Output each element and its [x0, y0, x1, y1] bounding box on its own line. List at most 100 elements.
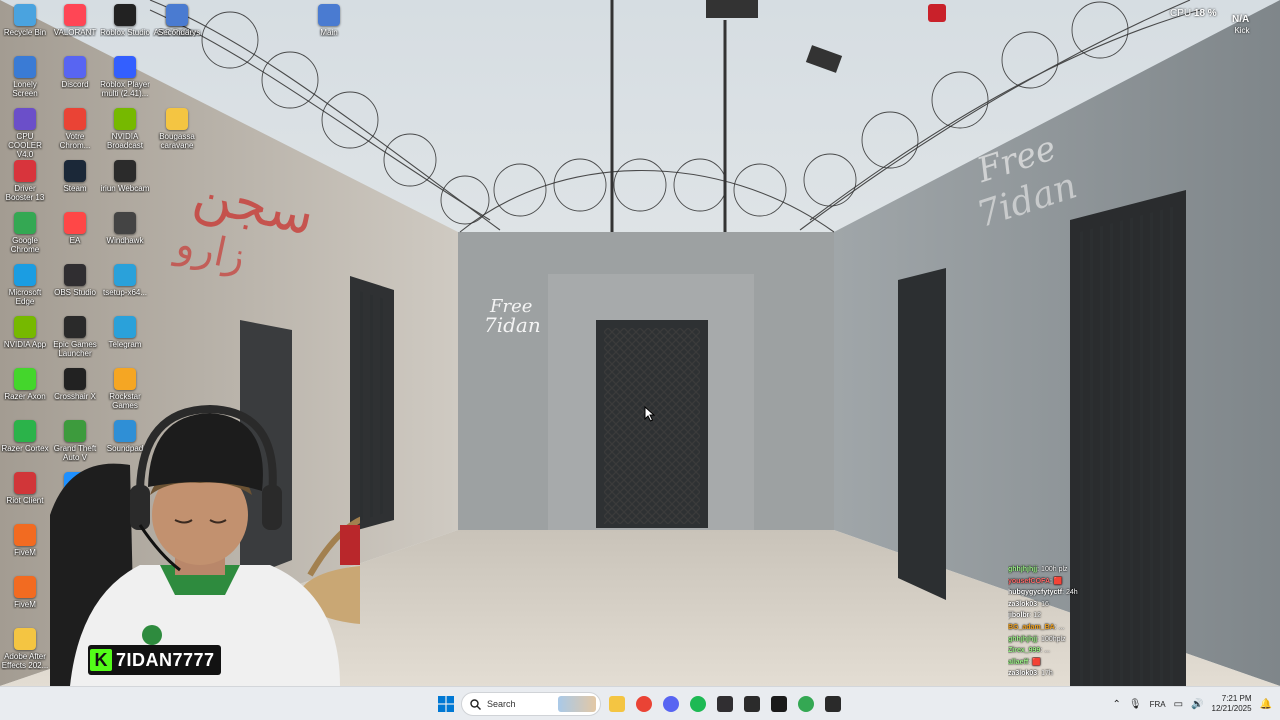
main-icon — [318, 4, 340, 26]
desktop-icon[interactable]: Votre Chrom... — [50, 104, 100, 150]
desktop-icon-label: CPU COOLER V4.0 — [8, 132, 42, 159]
taskbar: Search ⌃ 🎙 FRA ▭ 🔊 7:21 PM 12/21/2025 🔔 — [0, 686, 1280, 720]
cpu-label: CPU — [1170, 8, 1192, 19]
riot-client-icon — [14, 472, 36, 494]
desktop-icon[interactable]: Google Chrome — [0, 208, 50, 254]
search-placeholder: Search — [487, 699, 516, 709]
desktop-icon[interactable]: NVIDIA App — [0, 312, 50, 349]
chat-text: : 12 — [1029, 612, 1042, 620]
desktop-icon-label: Roblox Studio — [100, 28, 150, 37]
chat-username: jibolbr — [1008, 612, 1030, 620]
kick-logo-icon: K — [90, 649, 112, 671]
desktop-icon[interactable]: Main — [304, 0, 354, 37]
network-icon[interactable]: ▭ — [1174, 699, 1183, 710]
chat-message: za3lok03: 17h — [1008, 668, 1128, 680]
chat-username: ghhjhjhjj — [1008, 566, 1038, 573]
razer-cortex-icon — [14, 420, 36, 442]
fivem-icon — [14, 576, 36, 598]
desktop-icon[interactable]: Recycle Bin — [0, 0, 50, 37]
desktop-icon-label: NVIDIA Broadcast — [106, 132, 144, 150]
desktop-icon[interactable]: VALORANT — [50, 0, 100, 37]
chat-username: za3lok03 — [1008, 600, 1038, 608]
taskbar-app-button[interactable] — [767, 690, 790, 718]
desktop-icon[interactable]: Roblox Studio — [100, 0, 150, 37]
taskbar-app-button[interactable] — [605, 690, 628, 718]
chat-username: ghhjhjhjj — [1008, 635, 1038, 643]
chat-text: : 100hplz — [1037, 635, 1066, 643]
chat-username: BG_adam_BA — [1008, 623, 1055, 631]
desktop-icon[interactable]: Microsoft Edge — [0, 260, 50, 306]
taskbar-clock[interactable]: 7:21 PM 12/21/2025 — [1212, 694, 1252, 714]
chat-username: allaeff — [1008, 658, 1029, 666]
desktop-icon-label: VALORANT — [53, 28, 97, 37]
epic-games-icon — [64, 316, 86, 338]
discord-icon — [64, 56, 86, 78]
start-button[interactable] — [434, 690, 457, 718]
desktop-icon[interactable]: Secondary — [152, 0, 202, 37]
desktop-icon-label: Epic Games Launcher — [53, 340, 97, 358]
windhawk-icon — [114, 212, 136, 234]
desktop-icon[interactable]: EA — [50, 208, 100, 245]
chat-message: allaeff: 🟥 — [1008, 657, 1128, 669]
chat-text: : 24h — [1062, 589, 1078, 597]
desktop-icon[interactable]: Roblox Player multi (2.41)... — [100, 52, 150, 98]
telegram-setup-icon — [114, 264, 136, 286]
epic-games-icon — [824, 696, 841, 712]
desktop-icon-mini-app[interactable] — [924, 4, 950, 22]
recycle-bin-icon — [14, 4, 36, 26]
iriun-webcam-icon — [114, 160, 136, 182]
notification-bell-icon[interactable]: 🔔 — [1260, 699, 1272, 710]
chrome-icon — [797, 696, 814, 712]
taskbar-app-button[interactable] — [659, 690, 682, 718]
chrome-icon — [14, 212, 36, 234]
taskbar-center: Search — [434, 687, 844, 720]
chat-text: : ... — [1040, 647, 1051, 655]
desktop-icon[interactable]: Bougassa caravane — [152, 104, 202, 150]
desktop-icon[interactable]: iriun Webcam — [100, 156, 150, 193]
razer-axon-icon — [14, 368, 36, 390]
volume-icon[interactable]: 🔊 — [1191, 699, 1203, 710]
rockstar-icon — [114, 368, 136, 390]
desktop-icon[interactable]: Epic Games Launcher — [50, 312, 100, 358]
taskbar-app-button[interactable] — [713, 690, 736, 718]
taskbar-app-button[interactable] — [632, 690, 655, 718]
desktop-icon-label: Driver Booster 13 — [5, 184, 45, 202]
taskbar-app-button[interactable] — [740, 690, 763, 718]
desktop-icon[interactable]: NVIDIA Broadcast — [100, 104, 150, 150]
taskbar-search-box[interactable]: Search — [461, 692, 601, 716]
desktop-icon[interactable]: OBS Studio — [50, 260, 100, 297]
desktop-icon-kick[interactable]: Kick — [1226, 26, 1258, 35]
microphone-icon[interactable]: 🎙 — [1129, 699, 1142, 710]
desktop-icon[interactable]: Windhawk — [100, 208, 150, 245]
chat-username: Zirex_999 — [1008, 647, 1041, 655]
kick-label: Kick — [1234, 26, 1250, 35]
desktop-icon-label: Discord — [61, 80, 89, 89]
desktop-icon-label: Bougassa caravane — [159, 132, 195, 150]
roblox-icon — [114, 56, 136, 78]
taskbar-app-button[interactable] — [686, 690, 709, 718]
desktop-icon[interactable]: tsetup-x64... — [100, 260, 150, 297]
secondary-icon — [166, 4, 188, 26]
folder-icon — [14, 628, 36, 650]
fivem-icon — [14, 524, 36, 546]
nvidia-app-icon — [14, 316, 36, 338]
desktop-icon[interactable]: Driver Booster 13 — [0, 156, 50, 202]
taskbar-app-button[interactable] — [794, 690, 817, 718]
nvidia-icon — [770, 696, 787, 712]
desktop-icon-label: tsetup-x64... — [102, 288, 148, 297]
input-language[interactable]: FRA — [1150, 700, 1166, 709]
cpu-cooler-icon — [14, 108, 36, 130]
chevron-up-icon[interactable]: ⌃ — [1113, 699, 1121, 710]
desktop-icon[interactable]: Lonely Screen — [0, 52, 50, 98]
desktop-icon[interactable]: Telegram — [100, 312, 150, 349]
obs-icon — [64, 264, 86, 286]
desktop-icon[interactable]: Steam — [50, 156, 100, 193]
ea-icon — [64, 212, 86, 234]
cpu-usage-widget: CPU 18 % — [1170, 8, 1217, 19]
desktop-icon[interactable]: CPU COOLER V4.0 — [0, 104, 50, 159]
chrome-icon — [64, 108, 86, 130]
desktop-icon[interactable]: Discord — [50, 52, 100, 89]
taskbar-app-button[interactable] — [821, 690, 844, 718]
spotify-icon — [689, 696, 706, 712]
clock-date: 12/21/2025 — [1211, 704, 1252, 713]
